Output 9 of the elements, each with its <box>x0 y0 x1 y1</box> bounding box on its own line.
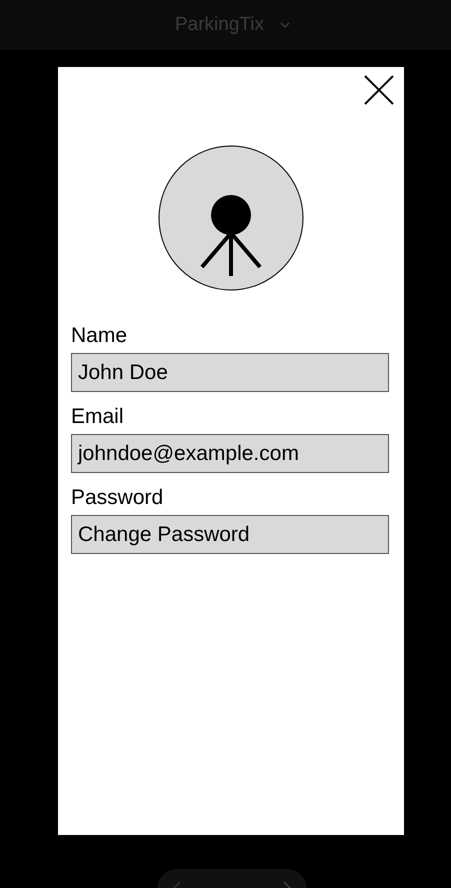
field-label: Name <box>71 323 128 349</box>
input-field[interactable]: John Doe <box>71 353 389 392</box>
input-field[interactable]: Change Password <box>71 515 389 554</box>
field-label: Email <box>71 404 125 430</box>
field-label: Password <box>71 485 164 511</box>
close-button[interactable] <box>364 75 394 105</box>
input-field[interactable]: johndoe@example.com <box>71 434 389 473</box>
chevron-down-icon[interactable] <box>280 22 290 28</box>
avatar-icon <box>158 145 304 291</box>
